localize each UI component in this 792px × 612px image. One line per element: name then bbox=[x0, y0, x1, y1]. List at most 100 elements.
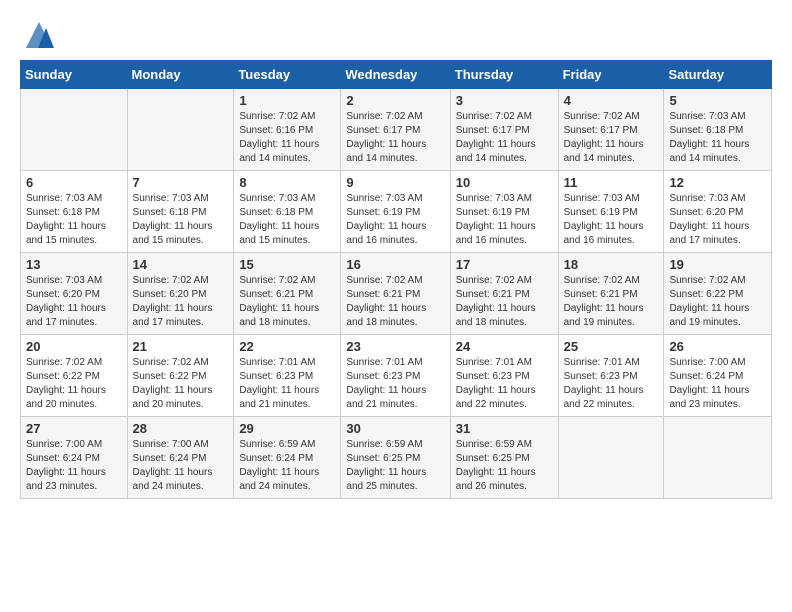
calendar-cell: 1 Sunrise: 7:02 AMSunset: 6:16 PMDaylight… bbox=[234, 89, 341, 171]
day-info: Sunrise: 7:03 AMSunset: 6:18 PMDaylight:… bbox=[133, 192, 229, 248]
day-number: 12 bbox=[669, 175, 766, 190]
calendar-cell: 17 Sunrise: 7:02 AMSunset: 6:21 PMDayligh… bbox=[450, 253, 558, 335]
day-info: Sunrise: 7:03 AMSunset: 6:19 PMDaylight:… bbox=[346, 192, 444, 248]
day-info: Sunrise: 7:03 AMSunset: 6:19 PMDaylight:… bbox=[456, 192, 553, 248]
calendar-cell: 25 Sunrise: 7:01 AMSunset: 6:23 PMDayligh… bbox=[558, 335, 664, 417]
calendar-cell: 6 Sunrise: 7:03 AMSunset: 6:18 PMDaylight… bbox=[21, 171, 128, 253]
day-number: 6 bbox=[26, 175, 122, 190]
column-header-monday: Monday bbox=[127, 61, 234, 89]
day-info: Sunrise: 7:02 AMSunset: 6:22 PMDaylight:… bbox=[669, 274, 766, 330]
column-header-saturday: Saturday bbox=[664, 61, 772, 89]
calendar-cell: 8 Sunrise: 7:03 AMSunset: 6:18 PMDaylight… bbox=[234, 171, 341, 253]
calendar-cell: 31 Sunrise: 6:59 AMSunset: 6:25 PMDayligh… bbox=[450, 417, 558, 499]
day-number: 7 bbox=[133, 175, 229, 190]
day-number: 8 bbox=[239, 175, 335, 190]
day-info: Sunrise: 7:02 AMSunset: 6:17 PMDaylight:… bbox=[564, 110, 659, 166]
day-info: Sunrise: 7:03 AMSunset: 6:19 PMDaylight:… bbox=[564, 192, 659, 248]
day-number: 13 bbox=[26, 257, 122, 272]
day-number: 25 bbox=[564, 339, 659, 354]
day-number: 5 bbox=[669, 93, 766, 108]
day-info: Sunrise: 7:03 AMSunset: 6:18 PMDaylight:… bbox=[26, 192, 122, 248]
calendar-cell: 9 Sunrise: 7:03 AMSunset: 6:19 PMDaylight… bbox=[341, 171, 450, 253]
calendar-week-row: 27 Sunrise: 7:00 AMSunset: 6:24 PMDayligh… bbox=[21, 417, 772, 499]
day-info: Sunrise: 7:03 AMSunset: 6:18 PMDaylight:… bbox=[239, 192, 335, 248]
calendar-table: SundayMondayTuesdayWednesdayThursdayFrid… bbox=[20, 60, 772, 499]
day-number: 20 bbox=[26, 339, 122, 354]
calendar-cell: 30Sunrise: 6:59 AMSunset: 6:25 PMDayligh… bbox=[341, 417, 450, 499]
day-info: Sunrise: 7:02 AMSunset: 6:16 PMDaylight:… bbox=[239, 110, 335, 166]
day-number: 23 bbox=[346, 339, 444, 354]
column-header-friday: Friday bbox=[558, 61, 664, 89]
logo-icon bbox=[24, 20, 54, 50]
day-number: 31 bbox=[456, 421, 553, 436]
calendar-cell: 18Sunrise: 7:02 AMSunset: 6:21 PMDayligh… bbox=[558, 253, 664, 335]
calendar-cell bbox=[558, 417, 664, 499]
day-number: 26 bbox=[669, 339, 766, 354]
day-info: Sunrise: 7:02 AMSunset: 6:22 PMDaylight:… bbox=[26, 356, 122, 412]
day-number: 17 bbox=[456, 257, 553, 272]
day-info: Sunrise: 7:03 AMSunset: 6:20 PMDaylight:… bbox=[26, 274, 122, 330]
day-info: Sunrise: 7:01 AMSunset: 6:23 PMDaylight:… bbox=[564, 356, 659, 412]
day-info: Sunrise: 7:02 AMSunset: 6:21 PMDaylight:… bbox=[346, 274, 444, 330]
day-number: 9 bbox=[346, 175, 444, 190]
calendar-cell: 4 Sunrise: 7:02 AMSunset: 6:17 PMDaylight… bbox=[558, 89, 664, 171]
day-info: Sunrise: 7:00 AMSunset: 6:24 PMDaylight:… bbox=[26, 438, 122, 494]
calendar-cell bbox=[127, 89, 234, 171]
day-info: Sunrise: 7:02 AMSunset: 6:21 PMDaylight:… bbox=[564, 274, 659, 330]
day-number: 1 bbox=[239, 93, 335, 108]
day-number: 22 bbox=[239, 339, 335, 354]
calendar-cell: 13 Sunrise: 7:03 AMSunset: 6:20 PMDayligh… bbox=[21, 253, 128, 335]
column-header-sunday: Sunday bbox=[21, 61, 128, 89]
day-number: 14 bbox=[133, 257, 229, 272]
calendar-week-row: 13 Sunrise: 7:03 AMSunset: 6:20 PMDayligh… bbox=[21, 253, 772, 335]
day-info: Sunrise: 7:01 AMSunset: 6:23 PMDaylight:… bbox=[346, 356, 444, 412]
calendar-cell: 14 Sunrise: 7:02 AMSunset: 6:20 PMDayligh… bbox=[127, 253, 234, 335]
day-info: Sunrise: 7:02 AMSunset: 6:21 PMDaylight:… bbox=[239, 274, 335, 330]
day-info: Sunrise: 6:59 AMSunset: 6:25 PMDaylight:… bbox=[456, 438, 553, 494]
day-number: 19 bbox=[669, 257, 766, 272]
calendar-cell: 12Sunrise: 7:03 AMSunset: 6:20 PMDayligh… bbox=[664, 171, 772, 253]
calendar-cell: 21 Sunrise: 7:02 AMSunset: 6:22 PMDayligh… bbox=[127, 335, 234, 417]
day-info: Sunrise: 7:01 AMSunset: 6:23 PMDaylight:… bbox=[456, 356, 553, 412]
day-number: 4 bbox=[564, 93, 659, 108]
day-number: 15 bbox=[239, 257, 335, 272]
calendar-cell: 15 Sunrise: 7:02 AMSunset: 6:21 PMDayligh… bbox=[234, 253, 341, 335]
calendar-cell: 5 Sunrise: 7:03 AMSunset: 6:18 PMDaylight… bbox=[664, 89, 772, 171]
day-info: Sunrise: 7:01 AMSunset: 6:23 PMDaylight:… bbox=[239, 356, 335, 412]
page-header bbox=[20, 20, 772, 50]
calendar-cell: 20 Sunrise: 7:02 AMSunset: 6:22 PMDayligh… bbox=[21, 335, 128, 417]
calendar-cell: 7 Sunrise: 7:03 AMSunset: 6:18 PMDaylight… bbox=[127, 171, 234, 253]
day-number: 29 bbox=[239, 421, 335, 436]
column-header-wednesday: Wednesday bbox=[341, 61, 450, 89]
day-info: Sunrise: 6:59 AMSunset: 6:24 PMDaylight:… bbox=[239, 438, 335, 494]
day-info: Sunrise: 7:02 AMSunset: 6:17 PMDaylight:… bbox=[346, 110, 444, 166]
day-info: Sunrise: 7:00 AMSunset: 6:24 PMDaylight:… bbox=[669, 356, 766, 412]
day-info: Sunrise: 7:02 AMSunset: 6:17 PMDaylight:… bbox=[456, 110, 553, 166]
day-number: 30 bbox=[346, 421, 444, 436]
day-number: 16 bbox=[346, 257, 444, 272]
day-info: Sunrise: 7:02 AMSunset: 6:20 PMDaylight:… bbox=[133, 274, 229, 330]
day-info: Sunrise: 7:00 AMSunset: 6:24 PMDaylight:… bbox=[133, 438, 229, 494]
calendar-cell: 26 Sunrise: 7:00 AMSunset: 6:24 PMDayligh… bbox=[664, 335, 772, 417]
calendar-cell: 27 Sunrise: 7:00 AMSunset: 6:24 PMDayligh… bbox=[21, 417, 128, 499]
day-number: 27 bbox=[26, 421, 122, 436]
calendar-cell: 24 Sunrise: 7:01 AMSunset: 6:23 PMDayligh… bbox=[450, 335, 558, 417]
logo bbox=[20, 20, 54, 50]
day-info: Sunrise: 7:02 AMSunset: 6:22 PMDaylight:… bbox=[133, 356, 229, 412]
day-info: Sunrise: 7:02 AMSunset: 6:21 PMDaylight:… bbox=[456, 274, 553, 330]
day-number: 3 bbox=[456, 93, 553, 108]
calendar-cell: 10 Sunrise: 7:03 AMSunset: 6:19 PMDayligh… bbox=[450, 171, 558, 253]
day-info: Sunrise: 7:03 AMSunset: 6:18 PMDaylight:… bbox=[669, 110, 766, 166]
calendar-week-row: 20 Sunrise: 7:02 AMSunset: 6:22 PMDayligh… bbox=[21, 335, 772, 417]
calendar-cell: 28Sunrise: 7:00 AMSunset: 6:24 PMDayligh… bbox=[127, 417, 234, 499]
calendar-cell: 3 Sunrise: 7:02 AMSunset: 6:17 PMDaylight… bbox=[450, 89, 558, 171]
day-number: 24 bbox=[456, 339, 553, 354]
day-number: 21 bbox=[133, 339, 229, 354]
calendar-cell: 2Sunrise: 7:02 AMSunset: 6:17 PMDaylight… bbox=[341, 89, 450, 171]
calendar-cell: 23 Sunrise: 7:01 AMSunset: 6:23 PMDayligh… bbox=[341, 335, 450, 417]
day-number: 10 bbox=[456, 175, 553, 190]
calendar-week-row: 1 Sunrise: 7:02 AMSunset: 6:16 PMDaylight… bbox=[21, 89, 772, 171]
calendar-cell: 22 Sunrise: 7:01 AMSunset: 6:23 PMDayligh… bbox=[234, 335, 341, 417]
calendar-cell: 16 Sunrise: 7:02 AMSunset: 6:21 PMDayligh… bbox=[341, 253, 450, 335]
calendar-cell: 29 Sunrise: 6:59 AMSunset: 6:24 PMDayligh… bbox=[234, 417, 341, 499]
